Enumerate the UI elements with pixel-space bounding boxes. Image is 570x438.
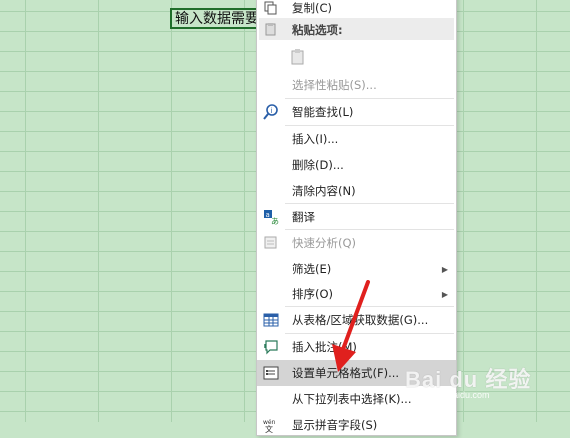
red-pointer-arrow-icon bbox=[332, 280, 370, 372]
menu-item-insert[interactable]: 插入(I)... bbox=[257, 126, 456, 152]
paste-icon bbox=[289, 48, 307, 66]
menu-item-paste-special-label: 选择性粘贴(S)... bbox=[292, 78, 377, 92]
table-icon bbox=[262, 311, 280, 329]
menu-item-pick-from-dropdown-label: 从下拉列表中选择(K)... bbox=[292, 392, 412, 406]
menu-item-filter[interactable]: 筛选(E) ▶ bbox=[257, 256, 456, 282]
smart-lookup-icon: i bbox=[262, 103, 280, 121]
menu-item-delete[interactable]: 删除(D)... bbox=[257, 152, 456, 178]
svg-text:i: i bbox=[271, 107, 273, 115]
menu-item-smart-lookup[interactable]: i 智能查找(L) bbox=[257, 99, 456, 125]
paste-options-header: 粘贴选项: bbox=[259, 18, 454, 40]
menu-item-quick-analysis[interactable]: 快速分析(Q) bbox=[257, 230, 456, 256]
comment-icon bbox=[262, 338, 280, 356]
menu-item-show-phonetic[interactable]: wén 文 显示拼音字段(S) bbox=[257, 412, 456, 438]
svg-text:あ: あ bbox=[271, 217, 279, 225]
menu-item-translate-label: 翻译 bbox=[292, 210, 315, 224]
menu-item-delete-label: 删除(D)... bbox=[292, 158, 344, 172]
menu-item-clear-contents[interactable]: 清除内容(N) bbox=[257, 178, 456, 204]
format-cells-icon bbox=[262, 364, 280, 382]
selected-cell[interactable]: 输入数据需要 bbox=[170, 8, 262, 29]
submenu-arrow-icon: ▶ bbox=[441, 264, 448, 274]
menu-item-clear-contents-label: 清除内容(N) bbox=[292, 184, 356, 198]
paste-options-label: 粘贴选项: bbox=[292, 23, 343, 37]
phonetic-icon: wén 文 bbox=[262, 416, 280, 434]
menu-item-paste-special[interactable]: 选择性粘贴(S)... bbox=[257, 72, 456, 98]
menu-item-show-phonetic-label: 显示拼音字段(S) bbox=[292, 418, 378, 432]
menu-item-insert-label: 插入(I)... bbox=[292, 132, 339, 146]
svg-text:文: 文 bbox=[265, 424, 273, 433]
menu-item-copy-label: 复制(C) bbox=[292, 1, 333, 15]
submenu-arrow-icon: ▶ bbox=[441, 289, 448, 299]
paste-icon bbox=[262, 20, 280, 38]
menu-item-quick-analysis-label: 快速分析(Q) bbox=[292, 236, 357, 250]
watermark-url: jingyan.baidu.com bbox=[417, 390, 490, 400]
menu-item-translate[interactable]: aあ 翻译 bbox=[257, 204, 456, 230]
copy-icon bbox=[262, 0, 280, 17]
translate-icon: aあ bbox=[262, 208, 280, 226]
baidu-watermark: Bai du 经验 jingyan.baidu.com bbox=[405, 362, 531, 400]
svg-text:a: a bbox=[266, 211, 270, 219]
menu-item-smart-lookup-label: 智能查找(L) bbox=[292, 105, 354, 119]
menu-item-filter-label: 筛选(E) bbox=[292, 262, 332, 276]
paste-option-button[interactable] bbox=[257, 44, 456, 70]
quick-analysis-icon bbox=[262, 234, 280, 252]
